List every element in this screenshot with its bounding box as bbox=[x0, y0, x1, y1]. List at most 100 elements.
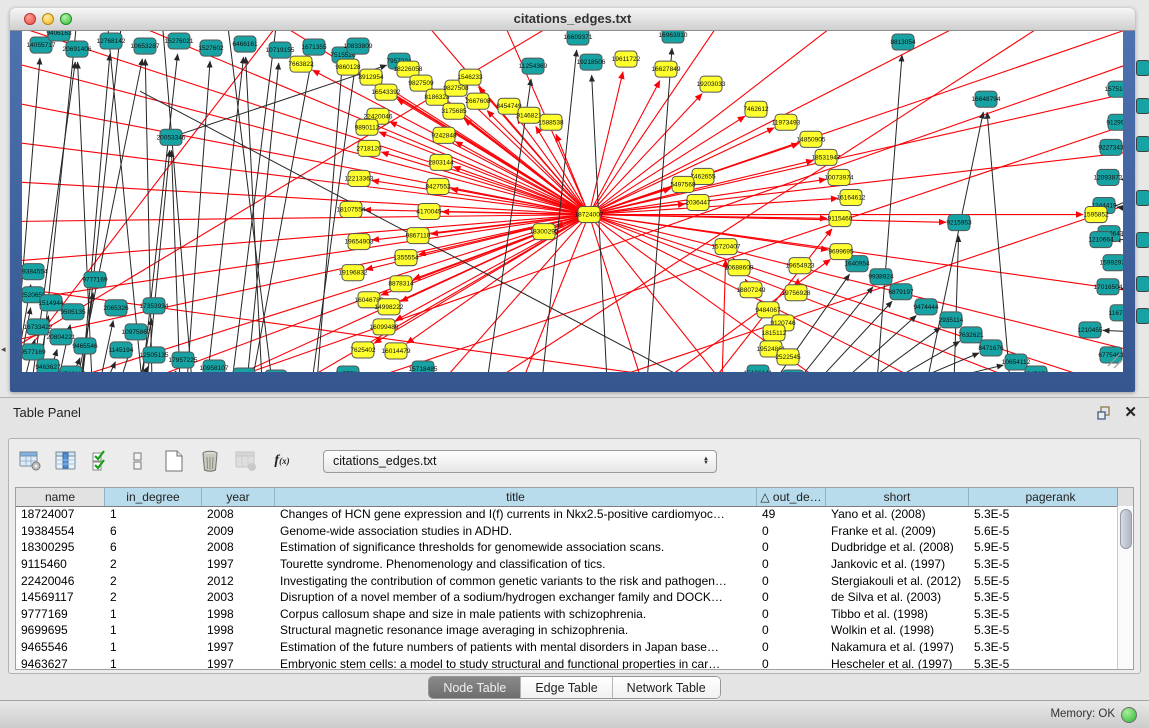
graph-node[interactable]: 7663822 bbox=[288, 56, 314, 72]
graph-node[interactable]: 9867110 bbox=[406, 228, 431, 244]
graph-node[interactable]: 11254369 bbox=[519, 58, 548, 74]
table-row[interactable]: 1872400712008Changes of HCN gene express… bbox=[16, 506, 1118, 523]
table-row[interactable]: 946362711997Embryonic stem cells: a mode… bbox=[16, 655, 1118, 669]
graph-edge[interactable] bbox=[589, 31, 1123, 215]
graph-node[interactable]: 10719155 bbox=[266, 42, 295, 58]
graph-edge[interactable] bbox=[589, 215, 946, 223]
graph-edge[interactable] bbox=[317, 68, 342, 372]
graph-edge[interactable] bbox=[1103, 330, 1123, 331]
graph-node[interactable]: 2065326 bbox=[103, 300, 129, 316]
graph-node[interactable]: 9577169 bbox=[22, 344, 46, 360]
column-header-short[interactable]: short bbox=[826, 488, 969, 506]
table-settings-icon[interactable] bbox=[17, 448, 43, 474]
graph-node[interactable]: 9474444 bbox=[913, 299, 939, 315]
graph-node[interactable]: 2803144 bbox=[428, 154, 454, 170]
graph-node[interactable]: 1527602 bbox=[198, 40, 224, 56]
graph-edge[interactable] bbox=[589, 215, 1123, 352]
graph-node[interactable]: 16627849 bbox=[652, 61, 681, 77]
graph-node[interactable]: 2522545 bbox=[775, 349, 801, 365]
graph-node[interactable]: 18300295 bbox=[530, 224, 559, 240]
graph-node[interactable]: 15718485 bbox=[409, 361, 438, 372]
tab-network-table[interactable]: Network Table bbox=[613, 677, 720, 698]
graph-node[interactable]: 9505135 bbox=[60, 304, 86, 320]
graph-edge[interactable] bbox=[464, 119, 589, 214]
graph-node[interactable]: 6466161 bbox=[232, 36, 258, 52]
graph-node[interactable]: 9457791 bbox=[335, 366, 361, 372]
graph-edge[interactable] bbox=[589, 215, 1123, 292]
graph-node[interactable]: 19218506 bbox=[577, 54, 606, 70]
network-canvas[interactable]: 1405571720691406940616312768142106532871… bbox=[22, 31, 1123, 372]
graph-edge[interactable] bbox=[589, 215, 642, 372]
graph-node[interactable]: 15136141 bbox=[744, 365, 773, 372]
graph-node[interactable]: 17957225 bbox=[169, 352, 198, 368]
graph-node[interactable]: 12923446 bbox=[262, 370, 291, 372]
graph-node[interactable]: 14850905 bbox=[797, 131, 826, 147]
graph-node[interactable]: 1671355 bbox=[301, 39, 327, 55]
table-row[interactable]: 2242004622012Investigating the contribut… bbox=[16, 572, 1118, 589]
graph-edge[interactable] bbox=[877, 55, 902, 372]
graph-node[interactable]: 12505135 bbox=[140, 347, 169, 363]
graph-node[interactable]: 1546233 bbox=[457, 69, 483, 85]
graph-node[interactable]: 14998222 bbox=[375, 299, 404, 315]
graph-node[interactable]: 9890112 bbox=[355, 119, 380, 135]
graph-edge[interactable] bbox=[22, 215, 589, 222]
graph-edge[interactable] bbox=[589, 215, 1102, 372]
show-columns-icon[interactable] bbox=[53, 448, 79, 474]
graph-node[interactable]: 10073974 bbox=[825, 169, 854, 185]
left-splitter-collapse-icon[interactable]: ◂ bbox=[1, 344, 6, 355]
graph-node[interactable]: 16014479 bbox=[382, 343, 411, 359]
graph-edge[interactable] bbox=[910, 353, 979, 372]
graph-node[interactable]: 9115460 bbox=[828, 211, 853, 227]
graph-node[interactable]: 9938924 bbox=[868, 269, 894, 285]
graph-node[interactable]: 19756928 bbox=[782, 285, 811, 301]
graph-node[interactable]: 10958107 bbox=[200, 360, 229, 372]
graph-node[interactable]: 2935114 bbox=[939, 312, 964, 328]
column-header-year[interactable]: year bbox=[202, 488, 275, 506]
graph-node[interactable]: 10975867 bbox=[122, 324, 151, 340]
table-row[interactable]: 946554611997Estimation of the future num… bbox=[16, 639, 1118, 656]
graph-node[interactable]: 17353934 bbox=[140, 298, 169, 314]
graph-node[interactable]: 16609371 bbox=[564, 31, 593, 45]
table-row[interactable]: 911546021997Tourette syndrome. Phenomeno… bbox=[16, 556, 1118, 573]
graph-node[interactable]: 1210664 bbox=[1088, 232, 1114, 248]
graph-edge[interactable] bbox=[107, 31, 142, 372]
graph-node[interactable]: 9860128 bbox=[335, 59, 361, 75]
graph-node[interactable]: 1595852 bbox=[1083, 207, 1109, 223]
graph-node[interactable]: 16099489 bbox=[370, 319, 399, 335]
graph-node[interactable]: 8427552 bbox=[425, 178, 451, 194]
graph-node[interactable]: 7462612 bbox=[743, 101, 769, 117]
graph-node[interactable]: 8912954 bbox=[358, 69, 384, 85]
graph-node[interactable]: 1167533 bbox=[1109, 305, 1123, 321]
column-header-out_de[interactable]: △ out_de… bbox=[757, 488, 826, 506]
window-titlebar[interactable]: citations_edges.txt bbox=[10, 8, 1135, 31]
graph-edge[interactable] bbox=[22, 31, 282, 372]
graph-node[interactable]: 16963910 bbox=[659, 31, 688, 43]
graph-node[interactable]: 6879197 bbox=[888, 284, 914, 300]
close-panel-icon[interactable]: ✕ bbox=[1124, 403, 1137, 421]
graph-node[interactable]: 8878314 bbox=[388, 276, 414, 292]
scrollbar-thumb[interactable] bbox=[1120, 509, 1132, 549]
graph-node[interactable]: 20053346 bbox=[157, 129, 186, 145]
graph-node[interactable]: 12768142 bbox=[97, 33, 126, 49]
column-header-pagerank[interactable]: pagerank bbox=[969, 488, 1133, 506]
unselect-all-rows-icon[interactable] bbox=[125, 448, 151, 474]
graph-node[interactable]: 1588538 bbox=[538, 114, 564, 130]
graph-edge[interactable] bbox=[722, 260, 726, 372]
graph-node[interactable]: 19654923 bbox=[786, 258, 815, 274]
table-vertical-scrollbar[interactable] bbox=[1117, 506, 1133, 669]
graph-node[interactable]: 9242848 bbox=[431, 127, 457, 143]
graph-node[interactable]: 1355554 bbox=[393, 250, 419, 266]
graph-node[interactable]: 18107554 bbox=[337, 202, 366, 218]
table-row[interactable]: 1938455462009Genome-wide association stu… bbox=[16, 523, 1118, 540]
table-row[interactable]: 1456911722003Disruption of a novel membe… bbox=[16, 589, 1118, 606]
graph-node[interactable]: 5497568 bbox=[670, 176, 696, 192]
graph-node[interactable]: 9406163 bbox=[46, 31, 72, 41]
tab-edge-table[interactable]: Edge Table bbox=[521, 677, 612, 698]
table-row[interactable]: 1830029562008Estimation of significance … bbox=[16, 539, 1118, 556]
graph-node[interactable]: 9777169 bbox=[82, 272, 108, 288]
graph-node[interactable]: 19196832 bbox=[339, 265, 368, 281]
graph-node[interactable]: 15276021 bbox=[165, 33, 194, 49]
float-panel-icon[interactable] bbox=[1097, 405, 1113, 421]
graph-edge[interactable] bbox=[390, 122, 589, 215]
column-header-title[interactable]: title bbox=[275, 488, 757, 506]
